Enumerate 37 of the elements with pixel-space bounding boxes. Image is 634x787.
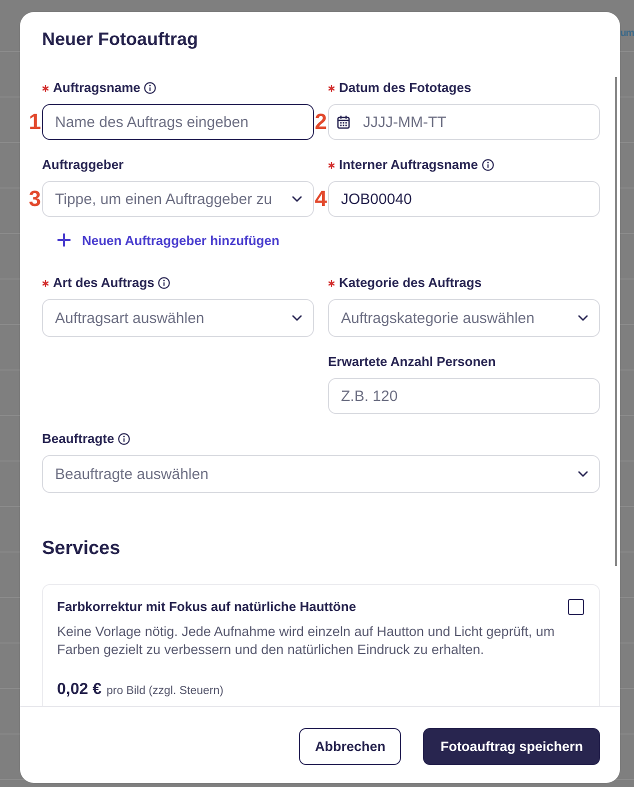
annotation-number: 2 [314,108,327,136]
chevron-down-icon [578,471,588,477]
field-label: Beauftragte [42,430,114,448]
field-label: Auftraggeber [42,156,124,174]
field-label: Interner Auftragsname [339,156,478,174]
column-header: um [620,28,634,40]
cancel-button[interactable]: Abbrechen [298,728,402,765]
date-field[interactable]: JJJJ-MM-TT [328,104,600,140]
price-unit: pro Bild (zzgl. Steuern) [106,684,224,698]
text-field[interactable]: JOB00040 [328,181,600,217]
add-client-link[interactable]: Neuen Auftraggeber hinzufügen [57,230,280,250]
calendar-icon [337,115,350,129]
service-description: Keine Vorlage nötig. Jede Aufnahme wird einzeln auf Hautton und Licht geprüft, um Farben gezielt zu verbessern und den natürlichen Eindruck zu erhalten. [57,622,556,658]
field-label: Datum des Fototages [339,79,472,97]
chevron-down-icon [578,315,588,321]
section-heading: Services [42,536,122,560]
scrollbar-thumb[interactable] [615,77,617,566]
text-field[interactable]: Name des Auftrags eingeben [42,104,314,140]
price: 0,02 € [57,680,102,700]
combobox-field[interactable]: Tippe, um einen Auftraggeber zu [42,181,314,217]
chevron-down-icon [292,315,302,321]
plus-icon [57,233,71,247]
annotation-number: 3 [28,185,41,213]
dropdown-field[interactable]: Auftragskategorie auswählen [328,299,600,337]
service-name: Farbkorrektur mit Fokus auf natürliche Hauttöne [57,598,356,616]
field-label: Art des Auftrags [53,274,154,292]
annotation-number: 4 [314,185,327,213]
dropdown-field[interactable]: Auftragsart auswählen [42,299,314,337]
chevron-down-icon [292,196,302,202]
field-label: Auftragsname [53,79,140,97]
checkbox[interactable] [568,598,584,614]
field-label: Kategorie des Auftrags [339,274,482,292]
annotation-number: 1 [28,108,41,136]
dialog-title: Neuer Fotoauftrag [42,28,200,51]
dropdown-field[interactable]: Beauftragte auswählen [42,455,600,493]
save-button[interactable]: Fotoauftrag speichern [423,728,600,765]
field-label: Erwartete Anzahl Personen [328,353,496,371]
